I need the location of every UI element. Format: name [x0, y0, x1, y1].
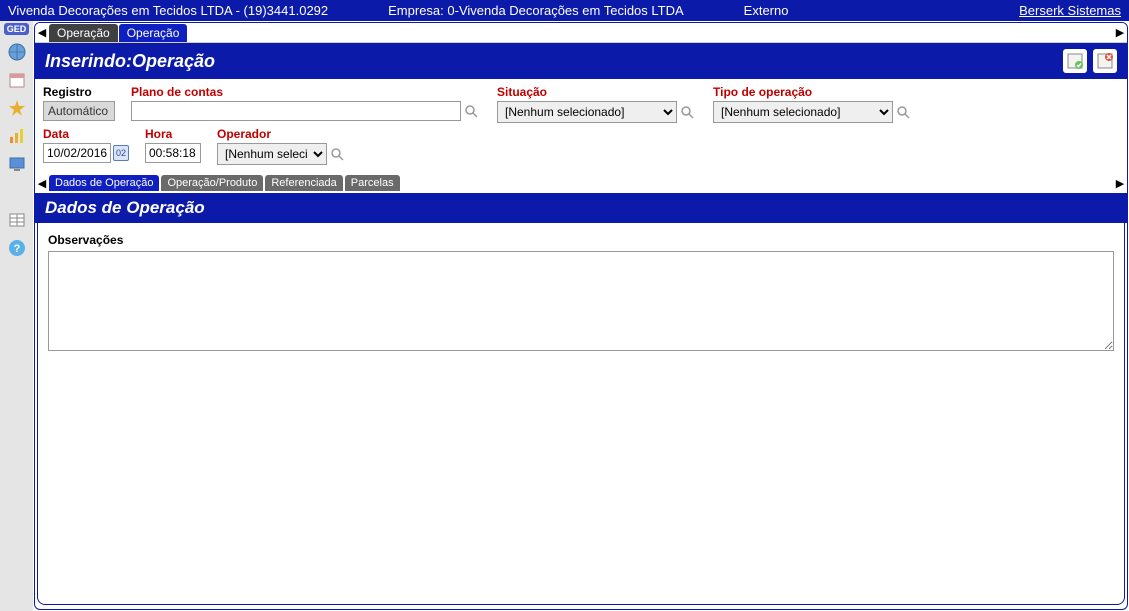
search-icon[interactable]: [329, 146, 345, 162]
plano-label: Plano de contas: [131, 85, 481, 99]
subtab-scroll-left[interactable]: ◀: [35, 177, 49, 190]
blank-icon[interactable]: [6, 181, 28, 203]
calendar-icon[interactable]: 02: [113, 145, 129, 161]
tab-operacao-1[interactable]: Operação: [49, 24, 118, 42]
subtab-produto[interactable]: Operação/Produto: [161, 175, 263, 191]
search-icon[interactable]: [895, 104, 911, 120]
registro-value: Automático: [43, 101, 115, 121]
plano-input[interactable]: [131, 101, 461, 121]
section-body: Observações: [37, 223, 1125, 605]
subtab-parcelas[interactable]: Parcelas: [345, 175, 400, 191]
operador-select[interactable]: [Nenhum selecio: [217, 143, 327, 165]
situacao-select[interactable]: [Nenhum selecionado]: [497, 101, 677, 123]
tab-scroll-right[interactable]: ▶: [1113, 26, 1127, 39]
data-label: Data: [43, 127, 129, 141]
subtab-referenciada[interactable]: Referenciada: [265, 175, 342, 191]
table-icon[interactable]: [6, 209, 28, 231]
help-icon[interactable]: ?: [6, 237, 28, 259]
subtab-dados[interactable]: Dados de Operação: [49, 175, 159, 191]
header-company: Empresa: 0-Vivenda Decorações em Tecidos…: [388, 3, 684, 18]
header-externo: Externo: [744, 3, 789, 18]
save-button[interactable]: [1063, 49, 1087, 73]
tab-scroll-left[interactable]: ◀: [35, 26, 49, 39]
search-icon[interactable]: [679, 104, 695, 120]
sidebar: GED ?: [0, 21, 33, 611]
section-header: Dados de Operação: [35, 193, 1127, 223]
page-title: Inserindo:Operação: [45, 51, 215, 72]
ged-badge[interactable]: GED: [4, 23, 30, 35]
header-title: Vivenda Decorações em Tecidos LTDA - (19…: [8, 3, 328, 18]
registro-label: Registro: [43, 85, 115, 99]
subtab-scroll-right[interactable]: ▶: [1113, 177, 1127, 190]
monitor-icon[interactable]: [6, 153, 28, 175]
subtab-strip: ◀ Dados de Operação Operação/Produto Ref…: [35, 173, 1127, 193]
obs-label: Observações: [48, 233, 1114, 247]
search-icon[interactable]: [463, 103, 479, 119]
tipo-select[interactable]: [Nenhum selecionado]: [713, 101, 893, 123]
hora-input[interactable]: [145, 143, 201, 163]
app-header: Vivenda Decorações em Tecidos LTDA - (19…: [0, 0, 1129, 21]
star-icon[interactable]: [6, 97, 28, 119]
calendar-icon[interactable]: [6, 69, 28, 91]
cancel-button[interactable]: [1093, 49, 1117, 73]
svg-text:?: ?: [13, 243, 20, 255]
hora-label: Hora: [145, 127, 201, 141]
tab-operacao-2[interactable]: Operação: [119, 24, 188, 42]
form-area: Registro Automático Plano de contas Situ…: [35, 79, 1127, 173]
page-title-bar: Inserindo:Operação: [35, 43, 1127, 79]
tipo-label: Tipo de operação: [713, 85, 913, 99]
tab-strip: ◀ Operação Operação ▶: [35, 23, 1127, 43]
data-input[interactable]: [43, 143, 111, 163]
operador-label: Operador: [217, 127, 345, 141]
globe-icon[interactable]: [6, 41, 28, 63]
obs-textarea[interactable]: [48, 251, 1114, 351]
situacao-label: Situação: [497, 85, 697, 99]
chart-icon[interactable]: [6, 125, 28, 147]
header-link[interactable]: Berserk Sistemas: [1019, 3, 1121, 18]
